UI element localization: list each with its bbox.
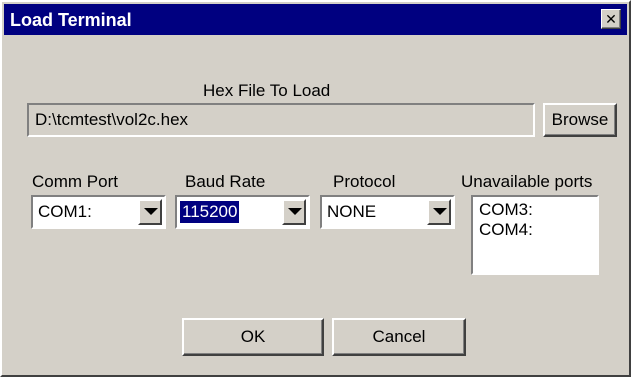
baud-rate-select[interactable]: 115200 <box>175 195 310 229</box>
comm-port-select[interactable]: COM1: <box>31 195 166 229</box>
unavailable-ports-label: Unavailable ports <box>461 172 593 191</box>
list-item[interactable]: COM4: <box>473 220 597 240</box>
baud-rate-dropdown-button[interactable] <box>282 199 306 225</box>
hex-file-label: Hex File To Load <box>203 81 331 100</box>
load-terminal-dialog: Load Terminal ✕ Hex File To Load D:\tcmt… <box>0 0 631 377</box>
protocol-value: NONE <box>327 202 377 221</box>
window-title: Load Terminal <box>10 10 132 30</box>
protocol-select[interactable]: NONE <box>320 195 455 229</box>
title-bar[interactable]: Load Terminal ✕ <box>4 4 627 35</box>
unavailable-ports-list[interactable]: COM3: COM4: <box>471 195 599 275</box>
cancel-button[interactable]: Cancel <box>332 318 466 356</box>
baud-rate-label: Baud Rate <box>185 172 266 191</box>
baud-rate-value: 115200 <box>178 200 241 224</box>
chevron-down-icon <box>433 208 447 215</box>
close-icon[interactable]: ✕ <box>601 9 621 29</box>
protocol-label: Protocol <box>333 172 396 191</box>
comm-port-label: Comm Port <box>32 172 118 191</box>
chevron-down-icon <box>144 208 158 215</box>
list-item[interactable]: COM3: <box>473 200 597 220</box>
hex-file-path-field[interactable]: D:\tcmtest\vol2c.hex <box>27 103 535 137</box>
ok-button[interactable]: OK <box>182 318 324 356</box>
comm-port-value: COM1: <box>38 202 92 221</box>
protocol-dropdown-button[interactable] <box>427 199 451 225</box>
chevron-down-icon <box>288 208 302 215</box>
browse-button[interactable]: Browse <box>543 103 617 137</box>
comm-port-dropdown-button[interactable] <box>138 199 162 225</box>
